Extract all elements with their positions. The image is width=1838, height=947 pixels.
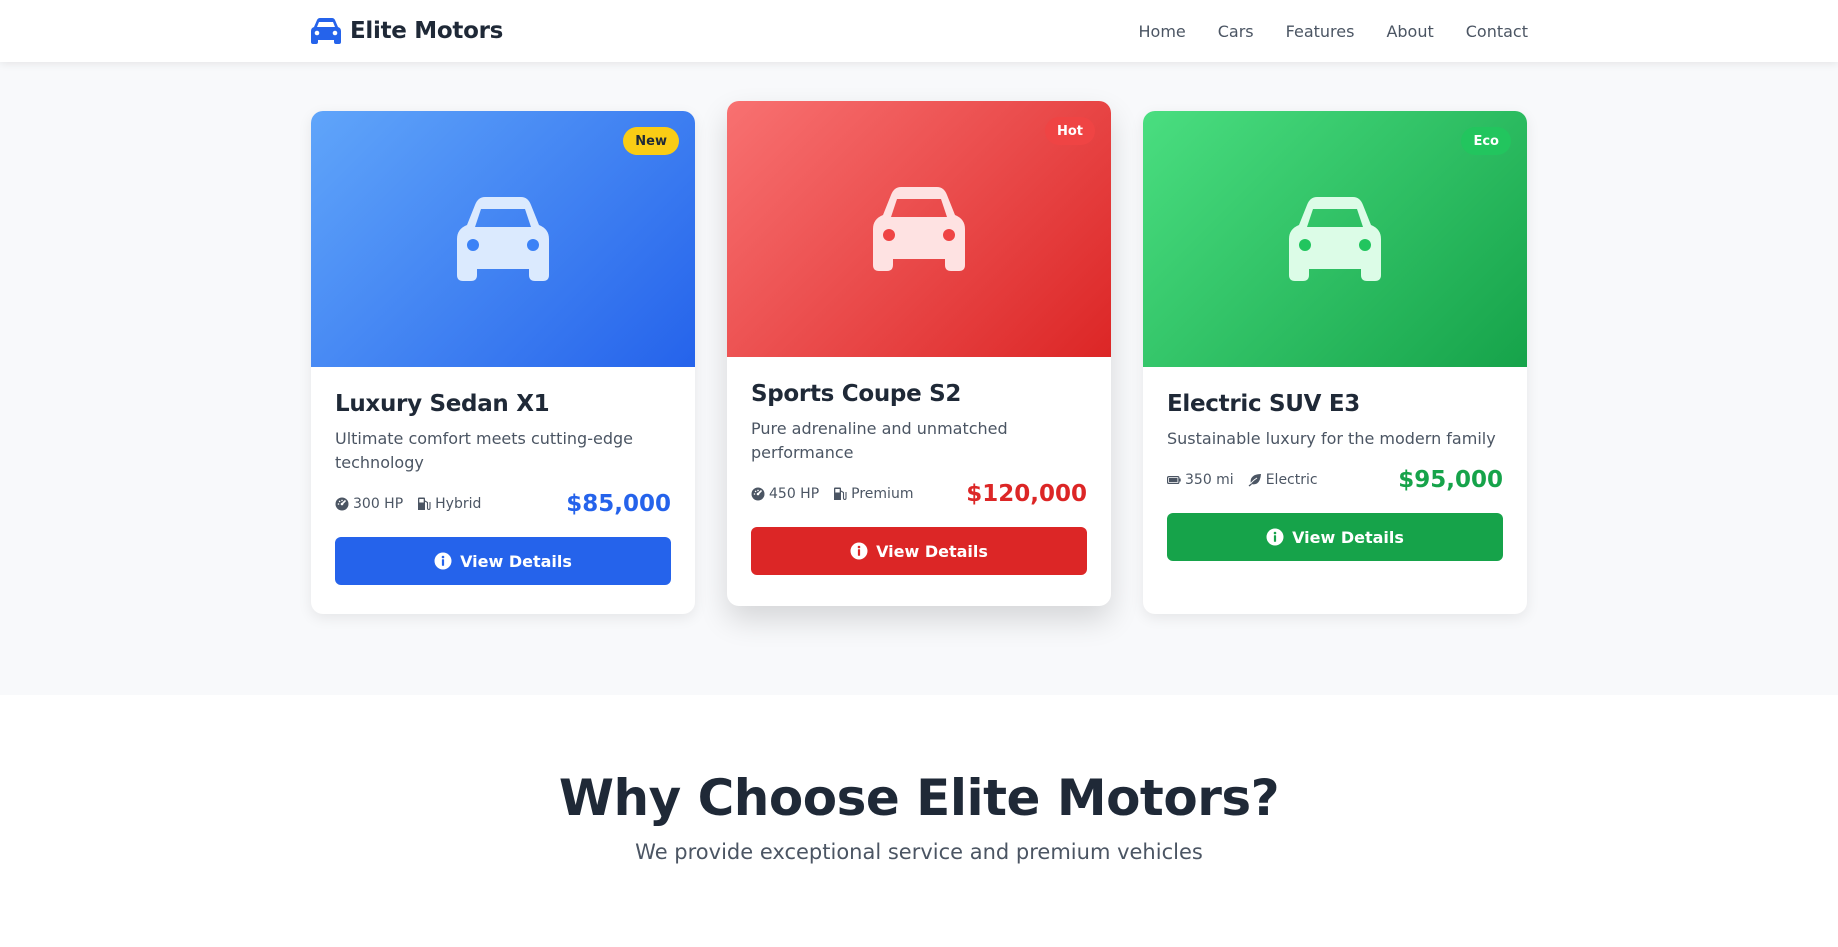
spec-range-label: 350 mi bbox=[1185, 472, 1234, 488]
car-specs: 300 HP Hybrid bbox=[335, 496, 481, 512]
car-card-body: Electric SUV E3 Sustainable luxury for t… bbox=[1143, 367, 1527, 561]
nav-link-features[interactable]: Features bbox=[1286, 22, 1355, 41]
car-card-image: Hot bbox=[727, 101, 1111, 357]
spec-horsepower: 300 HP bbox=[335, 496, 403, 512]
fuel-pump-icon bbox=[834, 487, 847, 501]
car-icon bbox=[1289, 197, 1381, 281]
info-icon bbox=[1266, 528, 1284, 546]
spec-fuel: Premium bbox=[833, 486, 913, 502]
car-title: Electric SUV E3 bbox=[1167, 391, 1360, 417]
spec-fuel-label: Hybrid bbox=[435, 496, 482, 512]
car-card-electric-suv: Eco Electric SUV E3 Sustainable luxury f… bbox=[1143, 111, 1527, 614]
car-card-sports-coupe: Hot Sports Coupe S2 Pure adrenaline and … bbox=[727, 101, 1111, 606]
brand[interactable]: Elite Motors bbox=[310, 17, 503, 45]
spec-fuel: Hybrid bbox=[417, 496, 481, 512]
nav-link-home[interactable]: Home bbox=[1139, 22, 1186, 41]
battery-icon bbox=[1167, 475, 1181, 485]
car-icon bbox=[873, 187, 965, 271]
features-subtitle: We provide exceptional service and premi… bbox=[635, 840, 1203, 864]
features-section: Why Choose Elite Motors? We provide exce… bbox=[0, 695, 1838, 947]
car-card-image: Eco bbox=[1143, 111, 1527, 367]
spec-horsepower-label: 300 HP bbox=[353, 496, 404, 512]
navbar-inner: Elite Motors Home Cars Features About Co… bbox=[310, 0, 1528, 62]
info-icon bbox=[434, 552, 452, 570]
features-title: Why Choose Elite Motors? bbox=[558, 769, 1280, 827]
spec-horsepower-label: 450 HP bbox=[769, 486, 820, 502]
car-icon bbox=[311, 18, 341, 44]
spec-fuel-label: Premium bbox=[851, 486, 914, 502]
car-title: Luxury Sedan X1 bbox=[335, 391, 550, 417]
cars-section: New Luxury Sedan X1 Ultimate comfort mee… bbox=[0, 62, 1838, 695]
nav-link-cars[interactable]: Cars bbox=[1218, 22, 1254, 41]
leaf-icon bbox=[1248, 474, 1261, 487]
car-card-body: Sports Coupe S2 Pure adrenaline and unma… bbox=[727, 357, 1111, 575]
car-price: $85,000 bbox=[566, 491, 671, 517]
brand-name: Elite Motors bbox=[350, 18, 503, 44]
car-specs: 450 HP Premium bbox=[751, 486, 913, 502]
view-details-button[interactable]: View Details bbox=[335, 537, 671, 585]
eco-badge: Eco bbox=[1461, 127, 1511, 155]
hot-badge: Hot bbox=[1044, 117, 1095, 145]
car-icon bbox=[457, 197, 549, 281]
car-description: Pure adrenaline and unmatched performanc… bbox=[751, 419, 1008, 462]
view-details-label: View Details bbox=[876, 541, 988, 561]
view-details-label: View Details bbox=[460, 551, 572, 571]
car-description: Ultimate comfort meets cutting-edge tech… bbox=[335, 429, 633, 472]
fuel-pump-icon bbox=[418, 497, 431, 511]
spec-horsepower: 450 HP bbox=[751, 486, 819, 502]
navbar: Elite Motors Home Cars Features About Co… bbox=[0, 0, 1838, 62]
spec-powertrain: Electric bbox=[1248, 472, 1318, 488]
spec-range: 350 mi bbox=[1167, 472, 1234, 488]
car-meta: 450 HP Premium $120,000 bbox=[751, 481, 1087, 507]
spec-powertrain-label: Electric bbox=[1265, 472, 1318, 488]
info-icon bbox=[850, 542, 868, 560]
nav-link-contact[interactable]: Contact bbox=[1466, 22, 1528, 41]
nav-link-about[interactable]: About bbox=[1386, 22, 1433, 41]
speedometer-icon bbox=[751, 487, 765, 501]
car-meta: 300 HP Hybrid $85,000 bbox=[335, 491, 671, 517]
car-card-luxury-sedan: New Luxury Sedan X1 Ultimate comfort mee… bbox=[311, 111, 695, 614]
new-badge: New bbox=[623, 127, 679, 155]
car-price: $95,000 bbox=[1398, 467, 1503, 493]
view-details-button[interactable]: View Details bbox=[1167, 513, 1503, 561]
speedometer-icon bbox=[335, 497, 349, 511]
nav-links: Home Cars Features About Contact bbox=[1139, 22, 1529, 41]
car-price: $120,000 bbox=[966, 481, 1087, 507]
car-title: Sports Coupe S2 bbox=[751, 381, 962, 407]
car-specs: 350 mi Electric bbox=[1167, 472, 1318, 488]
car-meta: 350 mi Electric $95,000 bbox=[1167, 467, 1503, 493]
car-card-body: Luxury Sedan X1 Ultimate comfort meets c… bbox=[311, 367, 695, 585]
view-details-button[interactable]: View Details bbox=[751, 527, 1087, 575]
car-description: Sustainable luxury for the modern family bbox=[1167, 429, 1496, 448]
view-details-label: View Details bbox=[1292, 527, 1404, 547]
car-card-image: New bbox=[311, 111, 695, 367]
